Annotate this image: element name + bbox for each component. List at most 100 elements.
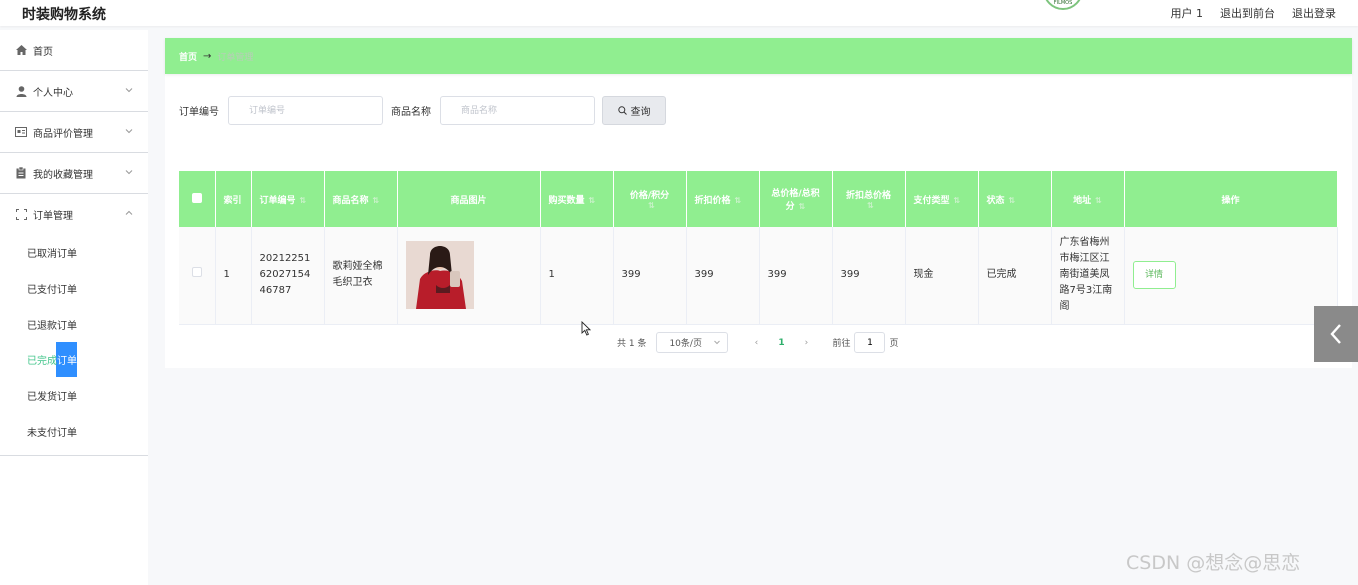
- sidebar-item-profile[interactable]: 个人中心: [0, 71, 148, 112]
- pagination: 共 1 条 10条/页 ‹ 1 › 前往 页: [617, 332, 898, 353]
- col-header-total[interactable]: 总价格/总积分 ⇅: [759, 171, 833, 227]
- sidebar: 首页 个人中心 商品评价管理 我的收藏管理 订单管理 已取消订单 已支付订单 已…: [0, 30, 148, 585]
- submenu-completed-orders[interactable]: 已完成订单: [0, 342, 148, 378]
- breadcrumb-home[interactable]: 首页: [179, 50, 197, 63]
- col-header-discount-total[interactable]: 折扣总价格 ⇅: [832, 171, 906, 227]
- next-page-icon[interactable]: ›: [796, 338, 816, 348]
- sort-icon[interactable]: ⇅: [300, 196, 307, 205]
- submenu-label-head: 已完成: [27, 356, 57, 368]
- submenu-label: 未支付订单: [27, 427, 77, 439]
- user-icon: [15, 85, 27, 97]
- chevron-left-icon: [1330, 324, 1341, 344]
- sort-icon[interactable]: ⇅: [799, 202, 806, 211]
- mouse-cursor-icon: [581, 321, 591, 336]
- cell-discount-total: 399: [832, 227, 906, 325]
- sort-icon[interactable]: ⇅: [1095, 196, 1102, 205]
- cell-index: 1: [215, 227, 252, 325]
- sort-icon[interactable]: ⇅: [589, 196, 596, 205]
- select-all-cell[interactable]: [179, 171, 216, 227]
- row-checkbox[interactable]: [191, 267, 202, 278]
- breadcrumb: 首页 → 订单管理: [165, 38, 1352, 74]
- frame-icon: [15, 209, 27, 221]
- submenu-paid-orders[interactable]: 已支付订单: [0, 271, 148, 307]
- submenu-cancelled-orders[interactable]: 已取消订单: [0, 235, 148, 271]
- user-name-link[interactable]: 用户 1: [1171, 5, 1204, 21]
- sidebar-item-favorites[interactable]: 我的收藏管理: [0, 153, 148, 194]
- row-select-cell[interactable]: [179, 227, 216, 325]
- table-row: 1 202122516202715446787 歌莉娅全棉毛织卫衣 1 399 …: [179, 227, 1338, 325]
- sort-icon[interactable]: ⇅: [954, 196, 961, 205]
- query-button[interactable]: 查询: [602, 96, 666, 125]
- select-all-checkbox[interactable]: [191, 192, 202, 203]
- product-image: [405, 241, 474, 310]
- chevron-down-icon: [125, 129, 133, 134]
- submenu-shipped-orders[interactable]: 已发货订单: [0, 378, 148, 414]
- submenu-label: 已完成订单: [27, 352, 77, 367]
- sidebar-item-label: 个人中心: [33, 87, 73, 99]
- sort-icon[interactable]: ⇅: [735, 196, 742, 205]
- col-header-pay-type[interactable]: 支付类型 ⇅: [905, 171, 979, 227]
- col-header-actions: 操作: [1124, 171, 1338, 227]
- exit-to-front-link[interactable]: 退出到前台: [1220, 5, 1275, 21]
- search-form: 订单编号 商品名称 查询: [179, 96, 666, 125]
- order-no-input[interactable]: [228, 96, 383, 125]
- cell-price: 399: [613, 227, 687, 325]
- submenu-label: 已退款订单: [27, 320, 77, 332]
- page-size-value: 10条/页: [669, 339, 702, 349]
- sort-icon[interactable]: ⇅: [867, 201, 874, 210]
- col-header-image: 商品图片: [397, 171, 541, 227]
- main-panel: 首页 → 订单管理 订单编号 商品名称 查询 索引 订单编号⇅ 商品名称⇅ 商品…: [165, 38, 1352, 368]
- submenu-refunded-orders[interactable]: 已退款订单: [0, 306, 148, 342]
- col-header-price[interactable]: 价格/积分 ⇅: [613, 171, 687, 227]
- submenu-label: 已支付订单: [27, 285, 77, 297]
- col-header-discount-price[interactable]: 折扣价格 ⇅: [686, 171, 760, 227]
- sidebar-item-reviews[interactable]: 商品评价管理: [0, 112, 148, 153]
- product-name-input[interactable]: [440, 96, 595, 125]
- sort-icon[interactable]: ⇅: [373, 196, 380, 205]
- logout-link[interactable]: 退出登录: [1292, 5, 1336, 21]
- submenu-unpaid-orders[interactable]: 未支付订单: [0, 413, 148, 449]
- col-header-address[interactable]: 地址 ⇅: [1051, 171, 1125, 227]
- orders-table: 索引 订单编号 ⇅ 商品名称 ⇅ 商品图片 购买数量 ⇅ 价格/积分 ⇅ 折扣价格 ⇅ 总…: [179, 171, 1338, 325]
- submenu-label: 已发货订单: [27, 392, 77, 404]
- breadcrumb-arrow-icon: →: [203, 50, 212, 62]
- sidebar-item-label: 我的收藏管理: [33, 169, 93, 181]
- card-icon: [15, 126, 27, 138]
- cell-total: 399: [759, 227, 833, 325]
- sidebar-item-orders[interactable]: 订单管理: [0, 194, 148, 235]
- page-size-select[interactable]: 10条/页: [656, 332, 729, 353]
- submenu-label-tail: 订单: [57, 356, 77, 368]
- sort-icon[interactable]: ⇅: [1009, 196, 1016, 205]
- query-button-label: 查询: [630, 107, 651, 118]
- table-header-row: 索引 订单编号 ⇅ 商品名称 ⇅ 商品图片 购买数量 ⇅ 价格/积分 ⇅ 折扣价格 ⇅ 总…: [179, 171, 1338, 227]
- submenu-label: 已取消订单: [27, 249, 77, 261]
- goto-page-input[interactable]: [854, 332, 886, 353]
- col-header-status[interactable]: 状态 ⇅: [978, 171, 1052, 227]
- cell-discount-price: 399: [686, 227, 760, 325]
- detail-button[interactable]: 详情: [1132, 261, 1176, 290]
- col-header-quantity[interactable]: 购买数量 ⇅: [540, 171, 614, 227]
- clipboard-icon: [15, 167, 27, 179]
- col-header-product[interactable]: 商品名称 ⇅: [324, 171, 398, 227]
- sidebar-item-home[interactable]: 首页: [0, 30, 148, 71]
- sidebar-item-label: 订单管理: [33, 211, 73, 222]
- cell-status: 已完成: [978, 227, 1052, 325]
- prev-page-icon[interactable]: ‹: [746, 338, 766, 348]
- page-number-current[interactable]: 1: [766, 338, 796, 348]
- collapse-panel-button[interactable]: [1314, 306, 1358, 362]
- app-title: 时装购物系统: [22, 7, 106, 23]
- chevron-down-icon: [125, 170, 133, 175]
- sort-icon[interactable]: ⇅: [648, 201, 655, 210]
- top-header: 时装购物系统 FILMOS 用户 1 退出到前台 退出登录: [0, 0, 1358, 26]
- order-no-label: 订单编号: [179, 107, 219, 118]
- logo-badge-icon: FILMOS: [1043, 0, 1083, 10]
- pagination-total: 共 1 条: [617, 339, 647, 349]
- col-header-order-no[interactable]: 订单编号 ⇅: [251, 171, 325, 227]
- chevron-down-icon: [125, 88, 133, 93]
- cell-product-image: [397, 227, 541, 325]
- search-icon: [617, 106, 627, 115]
- chevron-down-icon: [714, 340, 721, 345]
- sidebar-item-label: 首页: [33, 46, 53, 58]
- orders-submenu: 已取消订单 已支付订单 已退款订单 已完成订单 已发货订单 未支付订单: [0, 235, 148, 457]
- sidebar-item-label: 商品评价管理: [33, 128, 93, 140]
